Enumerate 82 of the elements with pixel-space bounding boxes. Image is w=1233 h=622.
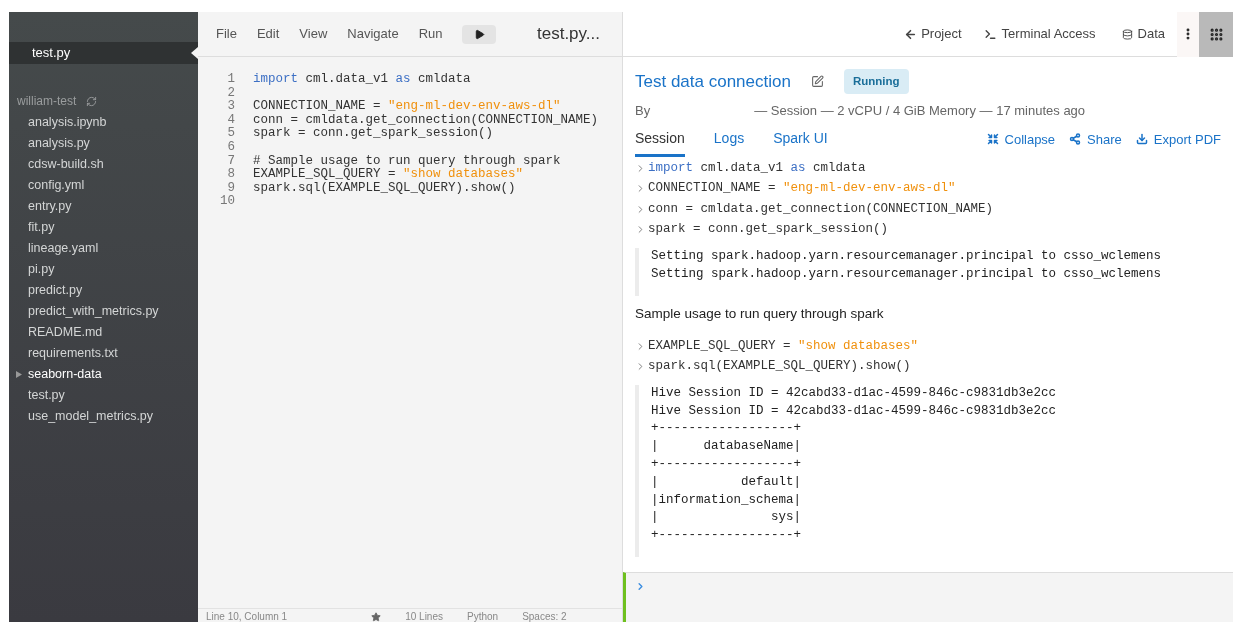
console-output: Setting spark.hadoop.yarn.resourcemanager.principal to csso_wclemens Setting spark.hadoop.yarn.resourcemanager.principal to csso_wclemens bbox=[635, 248, 1221, 296]
console-output: Hive Session ID = 42cabd33-d1ac-4599-846c-c9831db3e2cc Hive Session ID = 42cabd33-d1ac-4599-846c-c9831db3e2cc +------------------+ | databaseName| +------------------+ | default| |information_schema| | sys| +------------------+ bbox=[635, 384, 1221, 557]
indent-setting: Spaces: 2 bbox=[522, 611, 567, 622]
line-number: 8 bbox=[226, 168, 235, 182]
terminal-icon bbox=[983, 27, 997, 41]
file-name[interactable]: predict.py bbox=[28, 281, 83, 300]
cursor-position: Line 10, Column 1 bbox=[206, 611, 288, 622]
file-name[interactable]: cdsw-build.sh bbox=[28, 155, 104, 174]
database-icon bbox=[1121, 28, 1133, 40]
console-input-field[interactable] bbox=[623, 572, 1233, 622]
menu-item[interactable]: Navigate bbox=[347, 24, 399, 44]
file-name[interactable]: requirements.txt bbox=[28, 344, 118, 363]
project-button[interactable]: Project bbox=[904, 24, 962, 44]
line-count: 10 Lines bbox=[405, 611, 443, 622]
menu-item[interactable]: Edit bbox=[256, 24, 280, 44]
console-code-line: EXAMPLE_SQL_QUERY = "show databases" bbox=[648, 337, 919, 355]
grid-icon bbox=[1208, 26, 1224, 42]
line-number: 6 bbox=[226, 140, 235, 155]
code-line: CONNECTION_NAME = "eng-ml-dev-env-aws-dl" bbox=[253, 100, 561, 114]
session-meta: — Session — 2 vCPU / 4 GiB Memory — 17 minutes ago bbox=[754, 101, 1086, 120]
share-button[interactable]: Share bbox=[1069, 129, 1122, 149]
collapse-button[interactable]: Collapse bbox=[986, 129, 1056, 149]
folder-triangle-icon[interactable] bbox=[15, 371, 22, 378]
code-line: EXAMPLE_SQL_QUERY = "show databases" bbox=[253, 168, 524, 182]
language-mode: Python bbox=[467, 611, 499, 622]
file-name[interactable]: README.md bbox=[28, 323, 103, 342]
line-number: 2 bbox=[226, 86, 235, 100]
export-pdf-button[interactable]: Export PDF bbox=[1135, 129, 1221, 149]
code-line: spark = conn.get_spark_session() bbox=[253, 127, 494, 141]
code-line: spark.sql(EXAMPLE_SQL_QUERY).show() bbox=[253, 181, 516, 196]
file-name[interactable]: pi.py bbox=[28, 260, 55, 279]
session-tab[interactable]: Logs bbox=[713, 128, 745, 157]
console-code-line: import cml.data_v1 as cmldata bbox=[648, 159, 866, 177]
file-name[interactable]: use_model_metrics.py bbox=[28, 407, 154, 426]
line-number: 1 bbox=[226, 73, 235, 87]
menu-item[interactable]: View bbox=[299, 24, 328, 44]
session-title: Test data connection bbox=[635, 71, 791, 93]
menu-item[interactable]: Run bbox=[418, 24, 443, 44]
share-icon bbox=[1069, 133, 1082, 146]
prompt-chevron-icon bbox=[635, 581, 646, 592]
markdown-text: Sample usage to run query through spark bbox=[635, 304, 885, 323]
status-badge: Running bbox=[843, 69, 909, 95]
play-icon bbox=[474, 28, 485, 40]
line-number: 3 bbox=[226, 100, 235, 114]
console-code-line: conn = cmldata.get_connection(CONNECTION_NAME) bbox=[648, 200, 994, 218]
console-code-line: spark = conn.get_spark_session() bbox=[648, 221, 889, 239]
file-name[interactable]: config.yml bbox=[28, 176, 85, 195]
session-tab[interactable]: Session bbox=[635, 128, 685, 157]
session-tab[interactable]: Spark UI bbox=[773, 128, 828, 157]
menu-item[interactable]: File bbox=[216, 24, 237, 44]
run-button[interactable] bbox=[462, 24, 497, 44]
author-label: By bbox=[635, 101, 651, 120]
arrow-left-icon bbox=[904, 27, 918, 41]
code-line: import cml.data_v1 as cmldata bbox=[253, 73, 471, 87]
file-name[interactable]: entry.py bbox=[28, 197, 72, 216]
open-file-tab[interactable]: test.py bbox=[9, 42, 198, 64]
line-number: 4 bbox=[226, 113, 235, 127]
file-name[interactable]: analysis.py bbox=[28, 134, 90, 153]
console-code-line: spark.sql(EXAMPLE_SQL_QUERY).show() bbox=[648, 358, 911, 376]
file-name[interactable]: analysis.ipynb bbox=[28, 113, 107, 132]
code-line: conn = cmldata.get_connection(CONNECTION_NAME) bbox=[253, 113, 599, 127]
data-button[interactable]: Data bbox=[1121, 24, 1165, 44]
download-icon bbox=[1135, 133, 1148, 146]
project-name: william-test bbox=[17, 93, 77, 110]
refresh-icon[interactable] bbox=[86, 95, 98, 107]
star-icon[interactable] bbox=[371, 612, 382, 622]
file-name[interactable]: test.py bbox=[28, 386, 65, 405]
line-number: 9 bbox=[226, 181, 235, 195]
line-number: 7 bbox=[226, 154, 235, 168]
collapse-icon bbox=[986, 133, 999, 146]
file-name[interactable]: predict_with_metrics.py bbox=[28, 302, 159, 321]
file-title: test.py... bbox=[537, 23, 600, 46]
file-name[interactable]: lineage.yaml bbox=[28, 239, 99, 258]
apps-button[interactable] bbox=[1199, 11, 1233, 57]
file-name[interactable]: fit.py bbox=[28, 218, 55, 237]
code-line: # Sample usage to run query through spark bbox=[253, 154, 561, 168]
console-code-line: CONNECTION_NAME = "eng-ml-dev-env-aws-dl" bbox=[648, 180, 956, 198]
edit-icon[interactable] bbox=[810, 75, 824, 89]
folder-name[interactable]: seaborn-data bbox=[28, 365, 102, 384]
terminal-access-button[interactable]: Terminal Access bbox=[983, 24, 1096, 44]
line-number: 5 bbox=[226, 127, 235, 141]
line-number: 10 bbox=[219, 195, 235, 209]
